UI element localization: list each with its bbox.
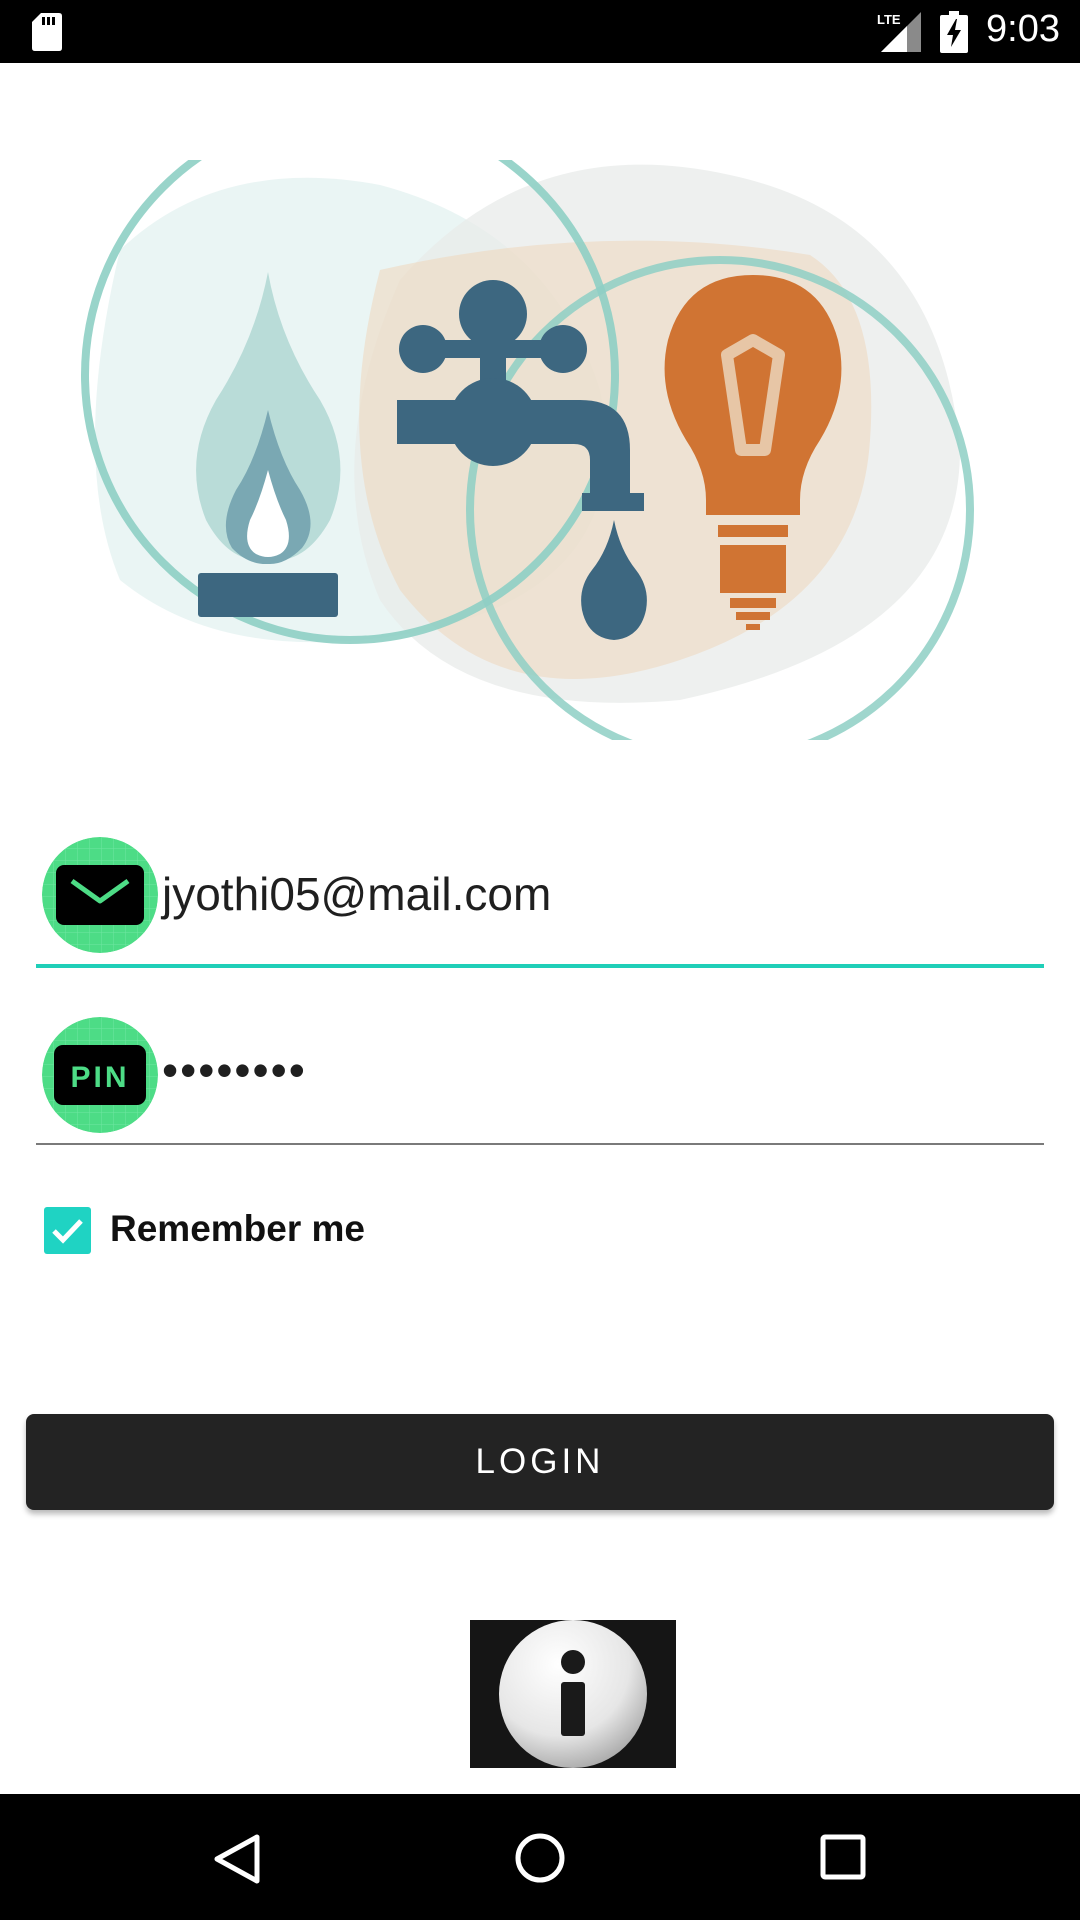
mail-icon (42, 837, 158, 953)
status-bar: LTE 9:03 (0, 0, 1080, 63)
status-clock: 9:03 (986, 8, 1060, 50)
login-button[interactable]: LOGIN (26, 1414, 1054, 1510)
remember-me-checkbox[interactable] (44, 1207, 91, 1254)
sd-card-icon (32, 13, 62, 51)
utilities-illustration (81, 160, 974, 740)
home-icon[interactable] (514, 1832, 566, 1884)
pin-badge-text: PIN (70, 1061, 129, 1094)
email-underline (36, 964, 1044, 968)
email-input[interactable]: jyothi05@mail.com (162, 867, 551, 921)
remember-me-label: Remember me (110, 1208, 366, 1249)
email-field[interactable]: jyothi05@mail.com (36, 835, 1044, 970)
navigation-bar (0, 1794, 1080, 1920)
pin-input[interactable]: •••••••• (162, 1043, 307, 1097)
pin-underline (36, 1143, 1044, 1145)
lte-signal-icon: LTE (877, 12, 921, 52)
back-icon[interactable] (213, 1834, 261, 1884)
network-type: LTE (877, 12, 901, 27)
pin-field[interactable]: PIN •••••••• (36, 1015, 1044, 1150)
checkmark-icon (52, 1219, 83, 1244)
recent-apps-icon[interactable] (820, 1834, 866, 1880)
info-icon (499, 1620, 647, 1768)
battery-charging-icon (940, 11, 968, 53)
pin-icon: PIN (42, 1017, 158, 1133)
info-button[interactable] (470, 1620, 676, 1768)
